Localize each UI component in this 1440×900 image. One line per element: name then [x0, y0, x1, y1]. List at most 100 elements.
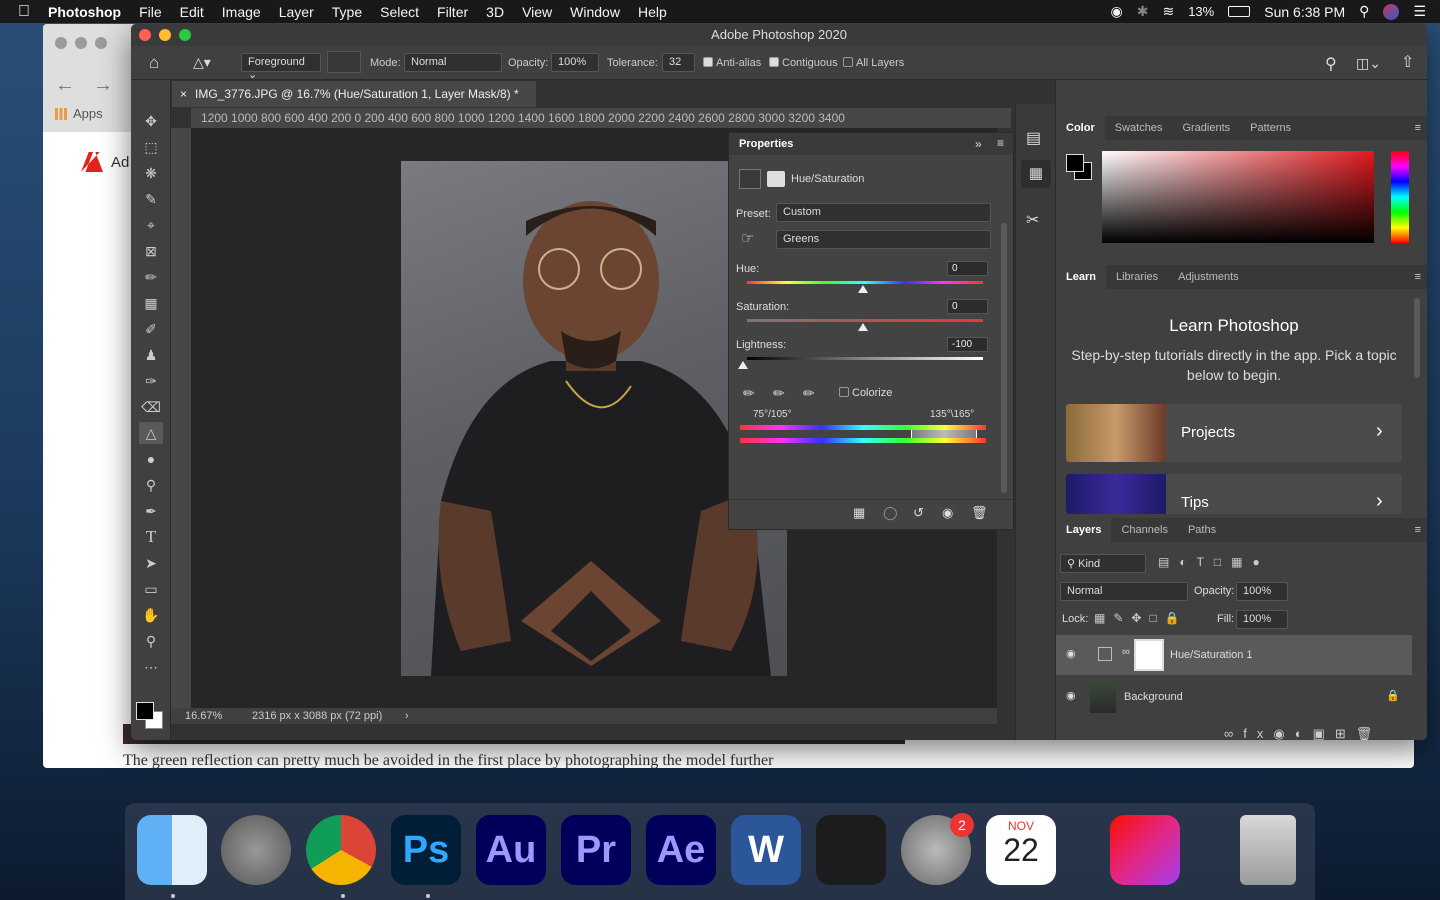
tab-learn[interactable]: Learn — [1056, 265, 1106, 289]
layer-filter-kind[interactable]: ⚲ Kind — [1060, 554, 1146, 573]
menu-file[interactable]: File — [130, 4, 171, 20]
dock-chrome-icon[interactable] — [306, 815, 376, 885]
color-range-selector[interactable] — [911, 430, 977, 438]
learn-panel-menu-icon[interactable]: ≡ — [1415, 271, 1427, 283]
lightness-slider-track[interactable] — [747, 357, 983, 360]
spotlight-search-icon[interactable]: ⚲ — [1359, 3, 1369, 20]
dock-photoshop-icon[interactable]: Ps — [391, 815, 461, 885]
zoom-level[interactable]: 16.67% — [185, 708, 222, 724]
minimize-dot[interactable] — [75, 37, 87, 49]
tab-libraries[interactable]: Libraries — [1106, 265, 1168, 289]
range-select[interactable]: Greens — [776, 230, 991, 249]
hue-slider-track[interactable] — [747, 281, 983, 284]
eyedropper-minus-icon[interactable]: ✏ — [803, 385, 815, 402]
battery-icon[interactable] — [1228, 6, 1251, 17]
dock-word-icon[interactable]: W — [731, 815, 801, 885]
zoom-tool-icon[interactable]: ⚲ — [139, 630, 163, 652]
apple-icon[interactable]:  — [0, 3, 39, 21]
pen-tool-icon[interactable]: ✒ — [139, 500, 163, 522]
wifi-icon[interactable]: ≋ — [1162, 3, 1174, 20]
eyedropper-tool-icon[interactable]: ✏ — [139, 266, 163, 288]
menu-type[interactable]: Type — [323, 4, 371, 20]
learn-card-projects[interactable]: Projects › — [1066, 404, 1402, 462]
saturation-slider-thumb[interactable] — [858, 323, 868, 331]
reset-icon[interactable]: ↺ — [913, 505, 924, 521]
hue-slider-thumb[interactable] — [858, 285, 868, 293]
bluetooth-icon[interactable]: ✱ — [1137, 3, 1149, 20]
dock-audition-icon[interactable]: Au — [476, 815, 546, 885]
notification-center-icon[interactable]: ☰ — [1413, 3, 1426, 20]
learn-scrollbar[interactable] — [1414, 298, 1420, 378]
history-panel-icon[interactable]: ▤ — [1026, 128, 1041, 148]
creative-cloud-status-icon[interactable]: ◉ — [1111, 3, 1123, 20]
clone-stamp-tool-icon[interactable]: ♟ — [139, 344, 163, 366]
adjustment-icon[interactable] — [739, 169, 761, 189]
mask-icon[interactable] — [767, 171, 785, 187]
layer-filter-icons[interactable]: ▤◐T□▦● — [1158, 555, 1270, 569]
lock-icons[interactable]: ▦✎✥□🔒 — [1094, 611, 1188, 625]
tab-layers[interactable]: Layers — [1056, 518, 1112, 542]
hand-tool-icon[interactable]: ✋ — [139, 604, 163, 626]
document-tab[interactable]: × IMG_3776.JPG @ 16.7% (Hue/Saturation 1,… — [172, 81, 536, 107]
tool-presets-icon[interactable]: ✂ — [1026, 210, 1039, 230]
layers-panel-menu-icon[interactable]: ≡ — [1415, 524, 1427, 536]
layer-visibility-eye-icon[interactable]: ◉ — [1066, 647, 1076, 660]
menu-filter[interactable]: Filter — [428, 4, 477, 20]
tab-color[interactable]: Color — [1056, 116, 1105, 140]
layers-footer-icons[interactable]: ∞fx◉◐▣⊞🗑 — [1224, 726, 1382, 740]
eyedropper-icon[interactable]: ✏ — [743, 385, 755, 402]
dock-launchpad-icon[interactable] — [221, 815, 291, 885]
learn-card-tips[interactable]: Tips › — [1066, 474, 1402, 514]
path-selection-tool-icon[interactable]: ➤ — [139, 552, 163, 574]
tab-adjustments[interactable]: Adjustments — [1168, 265, 1249, 289]
link-icon[interactable]: ∞ — [1122, 646, 1130, 658]
layer-opacity-input[interactable]: 100% — [1236, 582, 1288, 601]
more-tools-icon[interactable]: ⋯ — [139, 656, 163, 678]
delete-adjustment-icon[interactable]: 🗑 — [971, 505, 988, 521]
color-panel-menu-icon[interactable]: ≡ — [1415, 122, 1427, 134]
dock-creative-cloud-icon[interactable] — [1110, 815, 1180, 885]
close-button[interactable] — [139, 29, 151, 41]
eraser-tool-icon[interactable]: ⌫ — [139, 396, 163, 418]
dock-voice-memos-icon[interactable] — [816, 815, 886, 885]
history-brush-tool-icon[interactable]: ✑ — [139, 370, 163, 392]
eyedropper-plus-icon[interactable]: ✏ — [773, 385, 785, 402]
menu-help[interactable]: Help — [629, 4, 676, 20]
properties-menu-icon[interactable]: ≡ — [997, 136, 1004, 150]
lasso-tool-icon[interactable]: ❋ — [139, 162, 163, 184]
search-icon[interactable]: ⚲ — [1325, 54, 1337, 74]
home-icon[interactable]: ⌂ — [149, 53, 159, 73]
color-picker-field[interactable] — [1102, 151, 1374, 243]
menu-3d[interactable]: 3D — [477, 4, 513, 20]
move-tool-icon[interactable]: ✥ — [139, 110, 163, 132]
layer-row-background[interactable]: ◉ Background 🔒 — [1056, 677, 1412, 717]
battery-percent[interactable]: 13% — [1188, 4, 1214, 19]
close-tab-icon[interactable]: × — [180, 87, 187, 101]
back-arrow-icon[interactable]: ← — [55, 74, 75, 97]
close-dot[interactable] — [55, 37, 67, 49]
dock-finder-icon[interactable] — [137, 815, 207, 885]
menu-photoshop[interactable]: Photoshop — [39, 4, 130, 20]
lightness-slider-thumb[interactable] — [738, 361, 748, 369]
blur-tool-icon[interactable]: ● — [139, 448, 163, 470]
hue-spectrum-bar[interactable] — [1391, 151, 1409, 243]
menu-image[interactable]: Image — [213, 4, 270, 20]
tab-paths[interactable]: Paths — [1178, 518, 1226, 542]
contiguous-checkbox[interactable]: Contiguous — [769, 57, 838, 69]
collapse-panel-icon[interactable]: » — [975, 137, 982, 151]
layer-visibility-eye-icon[interactable]: ◉ — [1066, 689, 1076, 702]
dodge-tool-icon[interactable]: ⚲ — [139, 474, 163, 496]
paint-bucket-preset-icon[interactable]: △▾ — [193, 54, 211, 71]
tab-channels[interactable]: Channels — [1111, 518, 1177, 542]
rectangle-tool-icon[interactable]: ▭ — [139, 578, 163, 600]
dock-after-effects-icon[interactable]: Ae — [646, 815, 716, 885]
layer-mask-thumbnail[interactable] — [1134, 639, 1164, 671]
menu-layer[interactable]: Layer — [270, 4, 323, 20]
paint-bucket-tool-icon[interactable]: △ — [139, 422, 163, 444]
forward-arrow-icon[interactable]: → — [93, 74, 113, 97]
tolerance-input[interactable]: 32 — [662, 53, 695, 72]
frame-tool-icon[interactable]: ⊠ — [139, 240, 163, 262]
properties-panel-icon[interactable]: ▦ — [1021, 160, 1051, 188]
hue-input[interactable]: 0 — [947, 261, 988, 276]
view-previous-state-icon[interactable]: ◯ — [883, 505, 898, 521]
